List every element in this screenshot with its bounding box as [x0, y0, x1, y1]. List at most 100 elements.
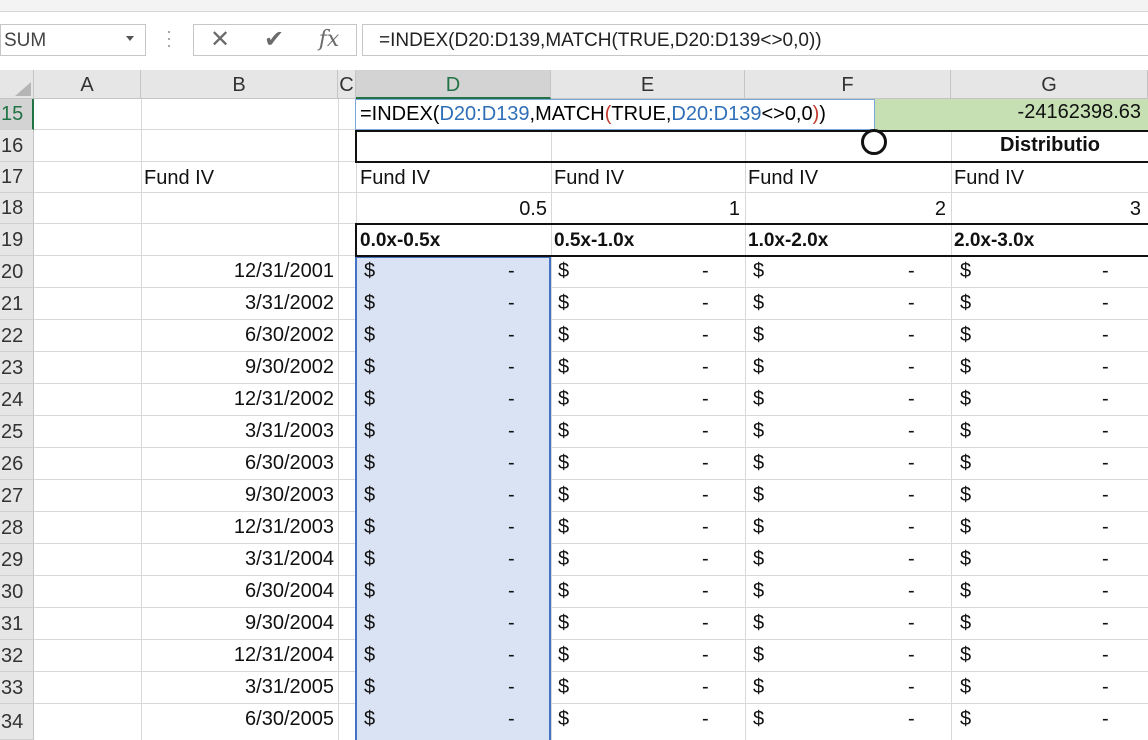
cell-date[interactable]: 12/31/2003 — [144, 516, 334, 539]
cell-d15-editor[interactable]: =INDEX(D20:D139,MATCH(TRUE,D20:D139<>0,0… — [355, 99, 875, 130]
row-header[interactable]: 17 — [0, 162, 34, 193]
cell-f-currency[interactable]: $ — [753, 548, 764, 571]
name-box[interactable]: SUM — [0, 24, 146, 56]
row-header[interactable]: 31 — [0, 608, 34, 640]
row-header[interactable]: 29 — [0, 544, 34, 576]
cell-f-currency[interactable]: $ — [753, 388, 764, 411]
cell-d-currency[interactable]: $ — [364, 580, 375, 603]
cell-b17[interactable]: Fund IV — [144, 167, 334, 190]
insert-function-icon[interactable]: fx — [314, 25, 344, 55]
row-header[interactable]: 20 — [0, 256, 34, 288]
cell-g-currency[interactable]: $ — [960, 356, 971, 379]
column-header-f[interactable]: F — [745, 70, 951, 99]
cell-f-currency[interactable]: $ — [753, 580, 764, 603]
row-header[interactable]: 15 — [0, 99, 34, 130]
cell-g-currency[interactable]: $ — [960, 452, 971, 475]
cell-d-currency[interactable]: $ — [364, 612, 375, 635]
cell-e-currency[interactable]: $ — [558, 516, 569, 539]
cell-e-currency[interactable]: $ — [558, 676, 569, 699]
cell-g-currency[interactable]: $ — [960, 260, 971, 283]
selected-range-d20-d139[interactable] — [355, 256, 551, 740]
row-header[interactable]: 24 — [0, 384, 34, 416]
cell-f-currency[interactable]: $ — [753, 324, 764, 347]
cell-g15[interactable]: -24162398.63 — [875, 101, 1141, 129]
cell-f19[interactable]: 1.0x-2.0x — [748, 230, 948, 252]
cell-f-currency[interactable]: $ — [753, 356, 764, 379]
cell-g-currency[interactable]: $ — [960, 580, 971, 603]
cell-e-currency[interactable]: $ — [558, 324, 569, 347]
cell-d-currency[interactable]: $ — [364, 676, 375, 699]
cell-d-currency[interactable]: $ — [364, 260, 375, 283]
cell-e-currency[interactable]: $ — [558, 612, 569, 635]
cell-f-currency[interactable]: $ — [753, 452, 764, 475]
cell-f-currency[interactable]: $ — [753, 516, 764, 539]
chevron-down-icon[interactable] — [126, 36, 134, 41]
cell-d-currency[interactable]: $ — [364, 324, 375, 347]
cell-d-currency[interactable]: $ — [364, 644, 375, 667]
cell-g-currency[interactable]: $ — [960, 420, 971, 443]
cell-e-currency[interactable]: $ — [558, 420, 569, 443]
cell-date[interactable]: 3/31/2004 — [144, 548, 334, 571]
cell-g-currency[interactable]: $ — [960, 548, 971, 571]
cell-e19[interactable]: 0.5x-1.0x — [554, 230, 742, 252]
cell-e-currency[interactable]: $ — [558, 452, 569, 475]
column-header-d[interactable]: D — [356, 70, 551, 99]
cell-e-currency[interactable]: $ — [558, 388, 569, 411]
cell-date[interactable]: 6/30/2005 — [144, 708, 334, 731]
cell-g-currency[interactable]: $ — [960, 484, 971, 507]
cell-g17[interactable]: Fund IV — [954, 167, 1144, 190]
cell-d18[interactable]: 0.5 — [358, 198, 547, 221]
cell-e-currency[interactable]: $ — [558, 580, 569, 603]
row-header[interactable]: 34 — [0, 704, 34, 740]
cell-f-currency[interactable]: $ — [753, 420, 764, 443]
cell-d-currency[interactable]: $ — [364, 452, 375, 475]
row-header[interactable]: 33 — [0, 672, 34, 704]
cell-d-currency[interactable]: $ — [364, 516, 375, 539]
cell-date[interactable]: 6/30/2004 — [144, 580, 334, 603]
cell-date[interactable]: 12/31/2002 — [144, 388, 334, 411]
row-header[interactable]: 18 — [0, 193, 34, 224]
cell-date[interactable]: 6/30/2002 — [144, 324, 334, 347]
cell-f-currency[interactable]: $ — [753, 484, 764, 507]
cell-f-currency[interactable]: $ — [753, 612, 764, 635]
cell-e-currency[interactable]: $ — [558, 484, 569, 507]
row-header[interactable]: 16 — [0, 130, 34, 162]
column-header-g[interactable]: G — [951, 70, 1148, 99]
column-header-e[interactable]: E — [551, 70, 745, 99]
cancel-x-icon[interactable]: ✕ — [205, 25, 235, 55]
cell-g-currency[interactable]: $ — [960, 388, 971, 411]
cell-g-currency[interactable]: $ — [960, 324, 971, 347]
row-header[interactable]: 23 — [0, 352, 34, 384]
grip-dots-icon[interactable]: · · · — [166, 22, 172, 54]
cell-date[interactable]: 3/31/2005 — [144, 676, 334, 699]
cell-f-currency[interactable]: $ — [753, 676, 764, 699]
row-header[interactable]: 27 — [0, 480, 34, 512]
row-header[interactable]: 19 — [0, 224, 34, 256]
column-header-a[interactable]: A — [34, 70, 141, 99]
cell-d-currency[interactable]: $ — [364, 292, 375, 315]
cell-e-currency[interactable]: $ — [558, 356, 569, 379]
cell-f-currency[interactable]: $ — [753, 260, 764, 283]
cell-e-currency[interactable]: $ — [558, 292, 569, 315]
row-header[interactable]: 25 — [0, 416, 34, 448]
formula-input[interactable]: =INDEX(D20:D139,MATCH(TRUE,D20:D139<>0,0… — [362, 24, 1148, 56]
cell-f-currency[interactable]: $ — [753, 644, 764, 667]
cell-e-currency[interactable]: $ — [558, 260, 569, 283]
row-header[interactable]: 30 — [0, 576, 34, 608]
row-header[interactable]: 32 — [0, 640, 34, 672]
cell-date[interactable]: 9/30/2002 — [144, 356, 334, 379]
column-header-b[interactable]: B — [141, 70, 338, 99]
enter-check-icon[interactable]: ✔ — [259, 25, 289, 55]
cell-f-currency[interactable]: $ — [753, 708, 764, 731]
cell-date[interactable]: 3/31/2003 — [144, 420, 334, 443]
cell-date[interactable]: 9/30/2003 — [144, 484, 334, 507]
cell-g16-header[interactable]: Distributio — [1000, 134, 1148, 157]
cell-g19[interactable]: 2.0x-3.0x — [954, 230, 1144, 252]
cell-g-currency[interactable]: $ — [960, 292, 971, 315]
row-header[interactable]: 26 — [0, 448, 34, 480]
cell-date[interactable]: 12/31/2001 — [144, 260, 334, 283]
cell-g-currency[interactable]: $ — [960, 612, 971, 635]
cell-d-currency[interactable]: $ — [364, 548, 375, 571]
cell-date[interactable]: 6/30/2003 — [144, 452, 334, 475]
cell-f17[interactable]: Fund IV — [748, 167, 948, 190]
